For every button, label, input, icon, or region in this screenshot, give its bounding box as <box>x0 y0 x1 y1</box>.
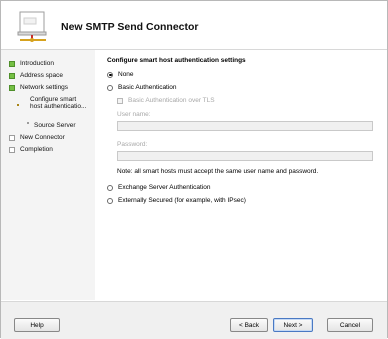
option-exchange-server-authentication-label: Exchange Server Authentication <box>118 184 211 191</box>
sidebar-item-introduction: Introduction <box>9 60 54 67</box>
back-button[interactable]: < Back <box>230 318 268 332</box>
step-done-icon <box>9 84 15 91</box>
sidebar-item-completion: Completion <box>9 146 53 153</box>
step-current-icon <box>17 104 19 106</box>
sidebar-item-address-space: Address space <box>9 72 63 79</box>
wizard-steps-sidebar: Introduction Address space Network setti… <box>1 50 95 300</box>
sidebar-item-label: New Connector <box>20 134 65 141</box>
sidebar-item-label: Introduction <box>20 60 54 67</box>
option-basic-authentication-label: Basic Authentication <box>118 84 177 91</box>
option-basic-authentication-tls[interactable]: Basic Authentication over TLS <box>117 97 215 104</box>
sidebar-item-label: Network settings <box>20 84 69 91</box>
option-externally-secured[interactable]: Externally Secured (for example, with IP… <box>107 197 246 204</box>
section-title: Configure smart host authentication sett… <box>107 57 246 64</box>
sidebar-item-source-server: Source Server <box>27 122 76 129</box>
option-exchange-server-authentication[interactable]: Exchange Server Authentication <box>107 184 211 191</box>
password-label: Password: <box>117 141 148 148</box>
wizard-header: New SMTP Send Connector <box>1 1 387 49</box>
step-done-icon <box>9 72 15 79</box>
password-field[interactable] <box>117 151 373 161</box>
next-button[interactable]: Next > <box>273 318 313 332</box>
option-none-label: None <box>118 71 134 78</box>
wizard-content: Configure smart host authentication sett… <box>95 50 387 300</box>
user-name-label: User name: <box>117 111 151 118</box>
option-none[interactable]: None <box>107 71 134 78</box>
sidebar-item-label: Address space <box>20 72 63 79</box>
option-basic-authentication[interactable]: Basic Authentication <box>107 84 177 91</box>
step-pending-icon <box>9 146 15 153</box>
sidebar-item-configure-smart-host: Configure smart host authenticatio... <box>17 96 91 110</box>
smtp-connector-wizard-window: New SMTP Send Connector Introduction Add… <box>0 0 388 339</box>
sidebar-item-label: Completion <box>20 146 53 153</box>
option-basic-authentication-tls-label: Basic Authentication over TLS <box>128 97 215 104</box>
sidebar-item-new-connector: New Connector <box>9 134 65 141</box>
cancel-button[interactable]: Cancel <box>327 318 373 332</box>
wizard-button-bar: Help < Back Next > Cancel <box>1 301 387 339</box>
option-externally-secured-label: Externally Secured (for example, with IP… <box>118 197 246 204</box>
wizard-title: New SMTP Send Connector <box>61 21 199 33</box>
help-button[interactable]: Help <box>14 318 60 332</box>
step-pending-icon <box>27 122 29 124</box>
checkbox-basic-authentication-tls[interactable] <box>117 97 123 104</box>
sidebar-item-network-settings: Network settings <box>9 84 68 91</box>
step-pending-icon <box>9 134 15 141</box>
user-name-field[interactable] <box>117 121 373 131</box>
sidebar-item-label: Source Server <box>34 122 76 129</box>
radio-exchange-server-authentication[interactable] <box>107 184 113 191</box>
sidebar-item-label: Configure smart host authenticatio... <box>30 96 87 110</box>
radio-basic-authentication[interactable] <box>107 84 113 91</box>
send-connector-icon <box>17 9 49 43</box>
radio-externally-secured[interactable] <box>107 197 113 204</box>
note-text: Note: all smart hosts must accept the sa… <box>117 168 319 175</box>
radio-none[interactable] <box>107 71 113 78</box>
step-done-icon <box>9 60 15 67</box>
